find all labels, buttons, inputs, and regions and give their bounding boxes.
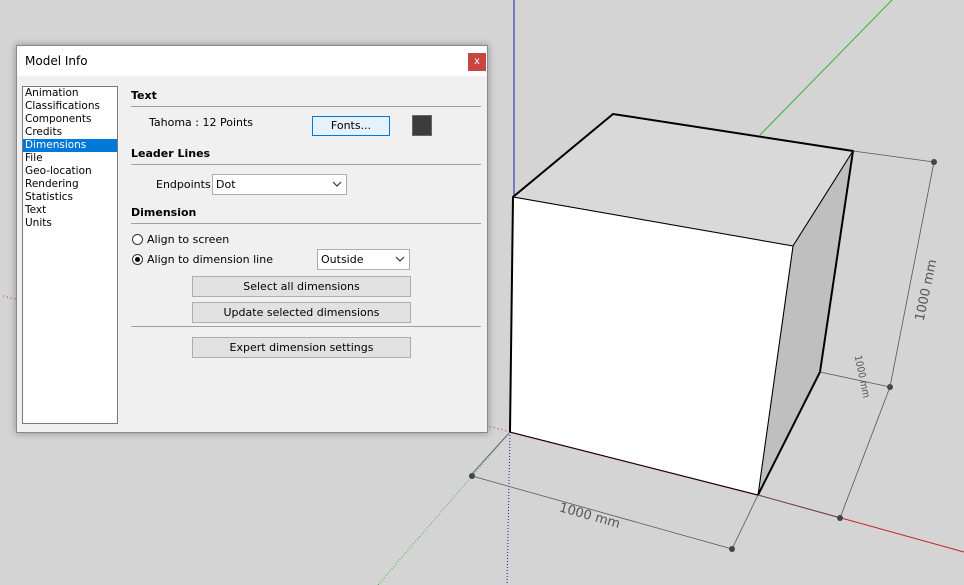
- dimensions-panel: Text Tahoma : 12 Points Fonts... Leader …: [131, 86, 481, 426]
- dimension-side-label: 1000 mm: [851, 354, 871, 399]
- category-item-geo-location[interactable]: Geo-location: [23, 165, 117, 178]
- endpoints-dropdown[interactable]: Dot: [212, 174, 347, 195]
- close-button[interactable]: x: [468, 53, 486, 71]
- font-info-label: Tahoma : 12 Points: [149, 116, 254, 129]
- select-all-dimensions-button[interactable]: Select all dimensions: [192, 276, 411, 297]
- align-to-dimension-line-label: Align to dimension line: [147, 253, 273, 266]
- text-section-title: Text: [131, 89, 157, 102]
- green-axis-dotted: [377, 431, 511, 585]
- align-to-dimension-line-radio[interactable]: [132, 254, 143, 265]
- category-list[interactable]: Animation Classifications Components Credit…: [22, 86, 118, 424]
- expert-dimension-settings-button[interactable]: Expert dimension settings: [192, 337, 411, 358]
- text-color-swatch[interactable]: [412, 115, 432, 136]
- category-item-dimensions[interactable]: Dimensions: [23, 139, 117, 152]
- leader-lines-title: Leader Lines: [131, 147, 211, 160]
- category-item-units[interactable]: Units: [23, 217, 117, 230]
- green-axis: [759, 0, 893, 136]
- fonts-button[interactable]: Fonts...: [312, 116, 390, 136]
- title-bar[interactable]: Model Info x: [17, 46, 487, 76]
- blue-axis-dotted: [506, 431, 511, 585]
- model-info-dialog: Model Info x Animation Classifications Com…: [16, 45, 488, 433]
- category-item-classifications[interactable]: Classifications: [23, 100, 117, 113]
- dimension-section-title: Dimension: [131, 206, 197, 219]
- cube-front-face[interactable]: [509, 196, 794, 496]
- category-item-animation[interactable]: Animation: [23, 87, 117, 100]
- dimension-height[interactable]: 1000 mm: [852, 150, 941, 388]
- category-item-components[interactable]: Components: [23, 113, 117, 126]
- endpoints-value: Dot: [216, 178, 236, 191]
- dialog-title: Model Info: [25, 54, 88, 68]
- align-to-screen-label: Align to screen: [147, 233, 230, 246]
- endpoints-label: Endpoints:: [156, 178, 215, 191]
- dimension-front-label: 1000 mm: [557, 501, 621, 532]
- section-divider: [131, 164, 481, 165]
- chevron-down-icon: [395, 256, 405, 262]
- category-item-rendering[interactable]: Rendering: [23, 178, 117, 191]
- dimension-height-label: 1000 mm: [913, 258, 941, 322]
- update-selected-dimensions-button[interactable]: Update selected dimensions: [192, 302, 411, 323]
- category-item-credits[interactable]: Credits: [23, 126, 117, 139]
- category-item-statistics[interactable]: Statistics: [23, 191, 117, 204]
- chevron-down-icon: [332, 181, 342, 187]
- section-divider: [131, 223, 481, 224]
- category-item-text[interactable]: Text: [23, 204, 117, 217]
- section-divider: [131, 326, 481, 327]
- align-to-screen-radio[interactable]: [132, 234, 143, 245]
- dimension-position-value: Outside: [321, 253, 364, 266]
- category-item-file[interactable]: File: [23, 152, 117, 165]
- dimension-position-dropdown[interactable]: Outside: [317, 249, 410, 270]
- section-divider: [131, 106, 481, 107]
